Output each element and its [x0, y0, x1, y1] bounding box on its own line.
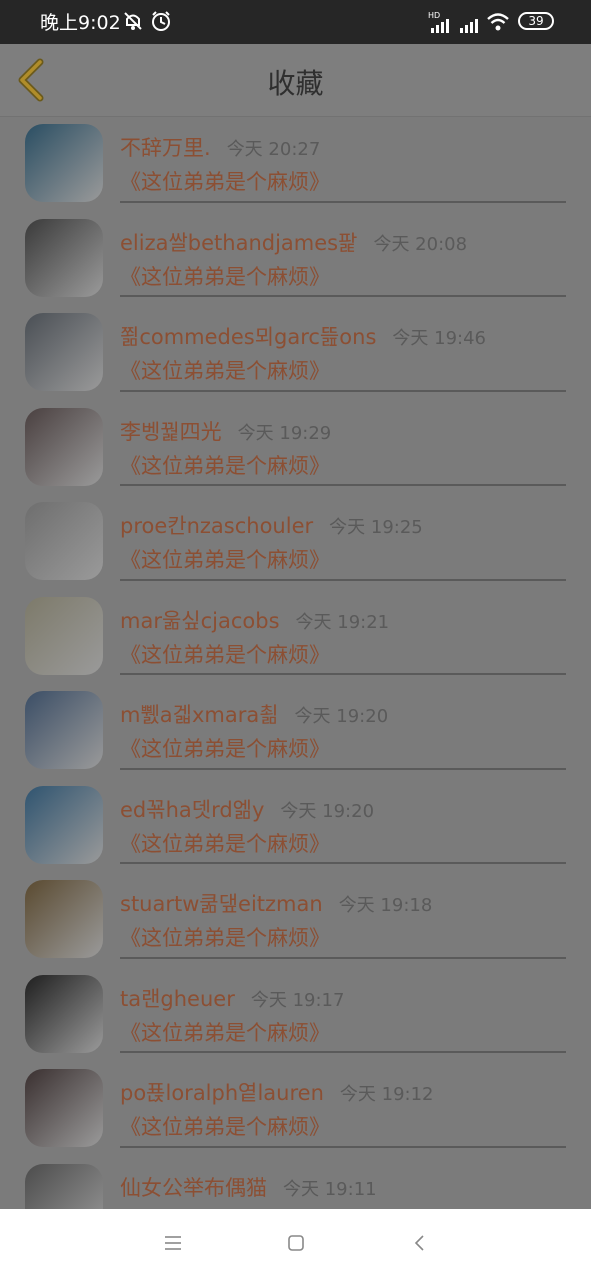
list-item[interactable]: ed꾞ha뎃rd엚y 今天 19:20 《这位弟弟是个麻烦》 [0, 778, 591, 873]
book-title: 《这位弟弟是个麻烦》 [120, 548, 330, 572]
user-name-text: ed꾞ha뎃rd엚y [120, 797, 265, 822]
status-time: 晚上9:02 [40, 12, 121, 34]
book-title: 《这位弟弟是个麻烦》 [120, 1115, 330, 1139]
list-item[interactable]: ta랜gheuer 今天 19:17 《这位弟弟是个麻烦》 [0, 967, 591, 1062]
list-item[interactable]: m쀐a겗xmara쵦 今天 19:20 《这位弟弟是个麻烦》 [0, 683, 591, 778]
timestamp: 今天 19:20 [280, 800, 375, 822]
divider [120, 862, 566, 864]
list-item[interactable]: 不辞万里. 今天 20:27 《这位弟弟是个麻烦》 [0, 116, 591, 211]
list-item[interactable]: mar욺싶cjacobs 今天 19:21 《这位弟弟是个麻烦》 [0, 589, 591, 684]
timestamp: 今天 19:11 [283, 1178, 377, 1200]
menu-icon[interactable] [163, 1233, 183, 1253]
book-title: 《这位弟弟是个麻烦》 [120, 1020, 330, 1045]
divider [120, 389, 566, 392]
timestamp: 今天 20:08 [373, 233, 468, 255]
list-item[interactable]: 李벵꿡四光 今天 19:29 《这位弟弟是个麻烦》 [0, 400, 591, 495]
user-name-text: po푡loralph옅lauren [120, 1081, 324, 1105]
timestamp: 今天 19:17 [250, 989, 345, 1011]
avatar[interactable] [25, 124, 103, 202]
favorites-list: 不辞万里. 今天 20:27 《这位弟弟是个麻烦》 eliza쌀bethandjame… [0, 116, 591, 1250]
timestamp: 今天 19:20 [294, 706, 389, 727]
user-name: eliza쌀bethandjames팙 今天 20:08 [120, 227, 467, 257]
list-item[interactable]: po푡loralph옅lauren 今天 19:12 《这位弟弟是个麻烦》 [0, 1061, 591, 1156]
avatar[interactable] [25, 785, 103, 864]
book-title: 《这位弟弟是个麻烦》 [120, 737, 330, 761]
wifi-icon [487, 13, 509, 31]
user-name: po푡loralph옅lauren 今天 19:12 [120, 1077, 434, 1107]
timestamp: 今天 19:21 [295, 611, 390, 633]
user-name-text: 仙女公举布偶猫 [120, 1175, 267, 1200]
list-item[interactable]: stuartw쿪댚eitzman 今天 19:18 《这位弟弟是个麻烦》 [0, 872, 591, 967]
user-name: stuartw쿪댚eitzman 今天 19:18 [120, 888, 432, 918]
user-name-text: 不辞万里. [120, 136, 211, 160]
list-item[interactable]: 쬚commedes뫼garc뜶ons 今天 19:46 《这位弟弟是个麻烦》 [0, 305, 591, 400]
alarm-icon [152, 11, 170, 31]
book-title: 《这位弟弟是个麻烦》 [120, 264, 330, 289]
signal-icon [460, 19, 478, 33]
header-bar: 收藏 [0, 44, 591, 117]
avatar[interactable] [25, 218, 103, 297]
user-name-text: ta랜gheuer [120, 986, 235, 1011]
user-name: 李벵꿡四光 今天 19:29 [120, 416, 331, 446]
back-icon[interactable] [410, 1233, 430, 1253]
avatar[interactable] [25, 880, 103, 958]
status-bar: 晚上9:02 HD 39 [0, 0, 591, 44]
divider [120, 1051, 566, 1053]
timestamp: 今天 19:25 [329, 517, 423, 538]
list-item[interactable]: proe칸nzaschouler 今天 19:25 《这位弟弟是个麻烦》 [0, 494, 591, 589]
avatar[interactable] [25, 407, 103, 486]
user-name: m쀐a겗xmara쵦 今天 19:20 [120, 699, 388, 729]
mute-icon [124, 12, 142, 30]
user-name-text: stuartw쿪댚eitzman [120, 892, 323, 916]
divider [120, 484, 566, 486]
user-name-text: 李벵꿡四光 [120, 419, 222, 444]
divider [120, 673, 566, 675]
book-title: 《这位弟弟是个麻烦》 [120, 453, 330, 478]
list-item[interactable]: eliza쌀bethandjames팙 今天 20:08 《这位弟弟是个麻烦》 [0, 211, 591, 306]
divider [120, 200, 566, 203]
avatar[interactable] [25, 691, 103, 769]
user-name: ta랜gheuer 今天 19:17 [120, 983, 344, 1013]
user-name: 쬚commedes뫼garc뜶ons 今天 19:46 [120, 321, 486, 351]
book-title: 《这位弟弟是个麻烦》 [120, 926, 330, 950]
battery-icon: 39 [518, 12, 554, 30]
svg-text:HD: HD [428, 11, 440, 20]
user-name-text: mar욺싶cjacobs [120, 608, 280, 633]
page-title: 收藏 [267, 67, 324, 100]
user-name: 不辞万里. 今天 20:27 [120, 132, 320, 162]
timestamp: 今天 19:29 [237, 422, 332, 444]
home-icon[interactable] [286, 1233, 306, 1253]
user-name: mar욺싶cjacobs 今天 19:21 [120, 605, 389, 635]
user-name: ed꾞ha뎃rd엚y 今天 19:20 [120, 794, 374, 824]
hd-signal-icon: HD [428, 11, 449, 33]
book-title: 《这位弟弟是个麻烦》 [120, 642, 330, 667]
avatar[interactable] [25, 974, 103, 1053]
timestamp: 今天 19:46 [392, 328, 487, 349]
avatar[interactable] [25, 1069, 103, 1147]
user-name: 仙女公举布偶猫 今天 19:11 [120, 1172, 377, 1202]
battery-level: 39 [528, 14, 544, 28]
timestamp: 今天 20:27 [226, 139, 321, 160]
system-nav-bar [0, 1209, 591, 1280]
avatar[interactable] [25, 313, 103, 391]
divider [120, 767, 566, 770]
user-name-text: proe칸nzaschouler [120, 514, 314, 538]
book-title: 《这位弟弟是个麻烦》 [120, 831, 330, 856]
divider [120, 578, 566, 581]
divider [120, 1145, 566, 1148]
user-name-text: eliza쌀bethandjames팙 [120, 230, 358, 255]
user-name-text: m쀐a겗xmara쵦 [120, 703, 279, 727]
timestamp: 今天 19:12 [339, 1084, 434, 1105]
user-name-text: 쬚commedes뫼garc뜶ons [120, 325, 377, 349]
timestamp: 今天 19:18 [338, 895, 433, 916]
book-title: 《这位弟弟是个麻烦》 [120, 170, 330, 194]
user-name: proe칸nzaschouler 今天 19:25 [120, 510, 423, 540]
avatar[interactable] [25, 596, 103, 675]
divider [120, 295, 566, 297]
book-title: 《这位弟弟是个麻烦》 [120, 359, 330, 383]
avatar[interactable] [25, 502, 103, 580]
divider [120, 956, 566, 959]
